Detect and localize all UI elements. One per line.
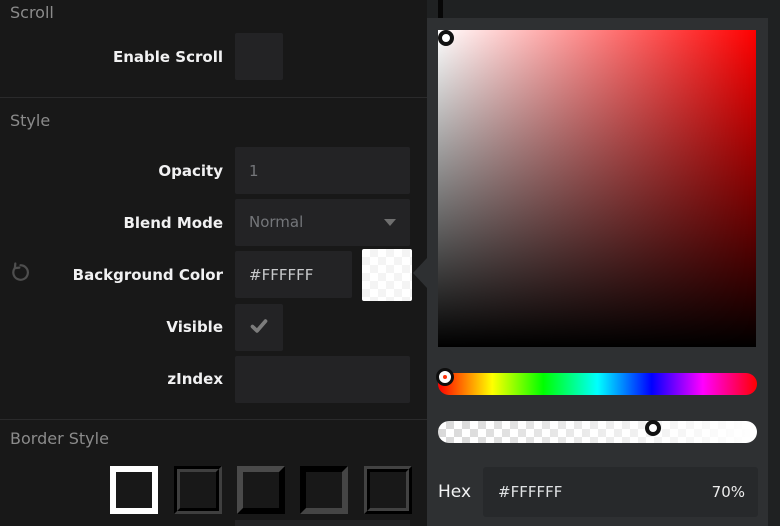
popup-arrow <box>413 258 427 288</box>
saturation-pointer[interactable] <box>438 30 454 46</box>
hex-value-input[interactable] <box>483 467 758 517</box>
background-color-swatch[interactable] <box>362 249 412 301</box>
section-divider <box>0 97 427 98</box>
section-title-border-style: Border Style <box>10 429 109 448</box>
canvas-divider <box>438 0 443 18</box>
blend-mode-label: Blend Mode <box>0 214 223 232</box>
border-style-ridge-button[interactable] <box>364 466 412 514</box>
enable-scroll-label: Enable Scroll <box>0 48 223 66</box>
color-picker-popup: Hex 70% <box>427 18 768 526</box>
app-window: Scroll Enable Scroll Style Opacity Blend… <box>0 0 780 526</box>
enable-scroll-checkbox[interactable] <box>235 33 283 80</box>
section-title-scroll: Scroll <box>10 3 54 22</box>
background-color-hex-input[interactable] <box>235 251 352 298</box>
next-row-input-clipped <box>235 520 410 526</box>
border-style-outset-button[interactable] <box>237 466 285 514</box>
border-style-groove-button[interactable] <box>174 466 222 514</box>
properties-panel: Scroll Enable Scroll Style Opacity Blend… <box>0 0 427 526</box>
blend-mode-select[interactable]: Normal <box>235 199 410 246</box>
blend-mode-value: Normal <box>249 213 303 231</box>
chevron-down-icon <box>384 219 396 226</box>
hue-slider-knob[interactable] <box>439 371 451 383</box>
zindex-label: zIndex <box>0 370 223 388</box>
section-title-style: Style <box>10 111 50 130</box>
visible-label: Visible <box>0 318 223 336</box>
section-divider <box>0 419 427 420</box>
opacity-input[interactable] <box>235 147 410 194</box>
alpha-slider[interactable] <box>438 421 757 443</box>
zindex-input[interactable] <box>235 356 410 403</box>
hue-slider[interactable] <box>438 373 757 395</box>
background-color-label: Background Color <box>0 266 223 284</box>
hex-label: Hex <box>438 467 471 517</box>
opacity-label: Opacity <box>0 162 223 180</box>
saturation-value-area[interactable] <box>438 30 756 347</box>
checkmark-icon <box>246 313 272 343</box>
alpha-slider-knob[interactable] <box>645 420 661 436</box>
border-style-solid-button[interactable] <box>110 466 158 514</box>
visible-checkbox[interactable] <box>235 304 283 351</box>
border-style-inset-button[interactable] <box>300 466 348 514</box>
